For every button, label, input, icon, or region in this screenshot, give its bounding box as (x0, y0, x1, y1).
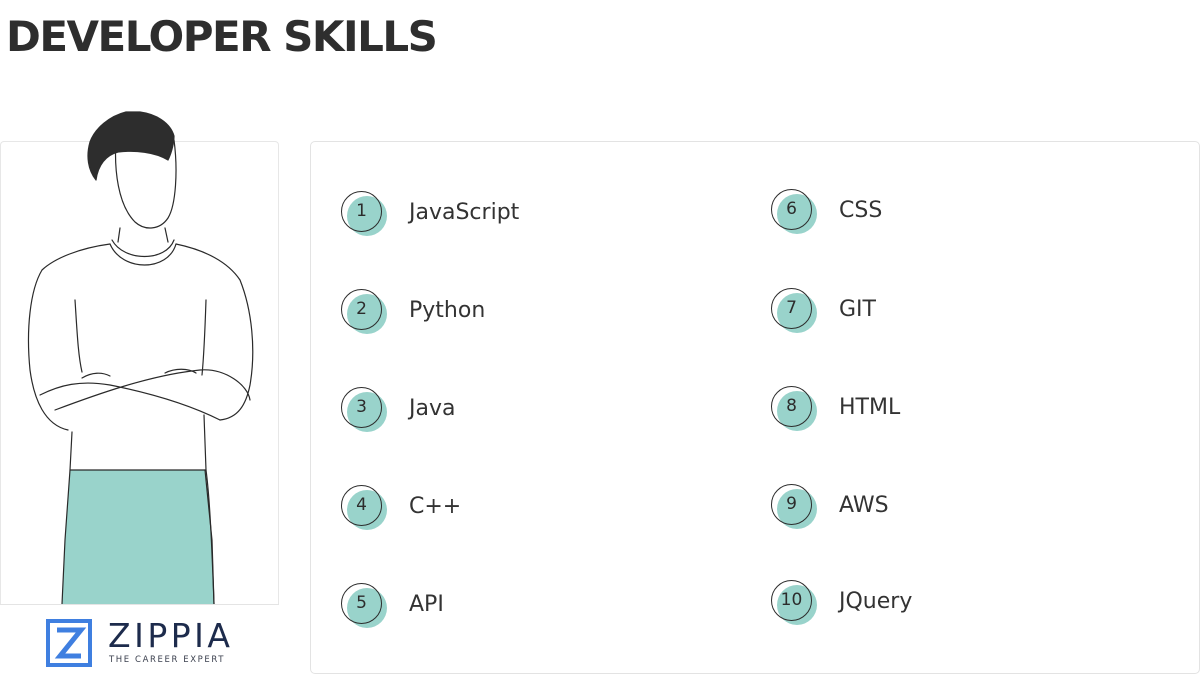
skill-item: 4 C++ (339, 483, 719, 535)
number-badge: 8 (769, 384, 819, 434)
skill-number: 5 (356, 593, 367, 613)
skill-label: JQuery (839, 589, 913, 614)
skill-item: 8 HTML (769, 384, 1149, 436)
skill-item: 2 Python (339, 287, 719, 339)
skill-number: 10 (780, 590, 803, 610)
skill-item: 7 GIT (769, 286, 1149, 338)
skill-label: GIT (839, 297, 876, 322)
number-badge: 2 (339, 287, 389, 337)
skill-item: 9 AWS (769, 482, 1149, 534)
skill-label: Java (409, 396, 456, 421)
skill-item: 6 CSS (769, 187, 1149, 239)
skill-label: C++ (409, 494, 462, 519)
skill-item: 1 JavaScript (339, 189, 719, 241)
number-badge: 6 (769, 187, 819, 237)
skill-number: 3 (356, 397, 367, 417)
zippia-logo-icon (46, 619, 92, 667)
skill-label: API (409, 592, 444, 617)
skill-label: CSS (839, 198, 883, 223)
skill-item: 5 API (339, 581, 719, 633)
skill-item: 10 JQuery (769, 578, 1149, 630)
page-title: DEVELOPER SKILLS (6, 12, 438, 61)
skill-number: 9 (786, 494, 797, 514)
skill-number: 1 (356, 201, 367, 221)
skill-label: HTML (839, 395, 901, 420)
number-badge: 3 (339, 385, 389, 435)
skill-number: 2 (356, 299, 367, 319)
brand-tagline: THE CAREER EXPERT (109, 655, 226, 665)
skill-number: 6 (786, 199, 797, 219)
skill-number: 7 (786, 298, 797, 318)
number-badge: 1 (339, 189, 389, 239)
skill-label: AWS (839, 493, 889, 518)
number-badge: 10 (769, 578, 819, 628)
brand-footer: ZIPPIA THE CAREER EXPERT (0, 604, 279, 675)
number-badge: 5 (339, 581, 389, 631)
skill-number: 8 (786, 396, 797, 416)
number-badge: 4 (339, 483, 389, 533)
skills-card: 1 JavaScript 2 Python 3 Java 4 C++ 5 API (310, 141, 1200, 674)
brand-name: ZIPPIA (108, 616, 234, 655)
number-badge: 7 (769, 286, 819, 336)
skill-label: Python (409, 298, 486, 323)
number-badge: 9 (769, 482, 819, 532)
skill-label: JavaScript (409, 200, 520, 225)
skill-item: 3 Java (339, 385, 719, 437)
developer-person-icon (27, 111, 254, 605)
skill-number: 4 (356, 495, 367, 515)
